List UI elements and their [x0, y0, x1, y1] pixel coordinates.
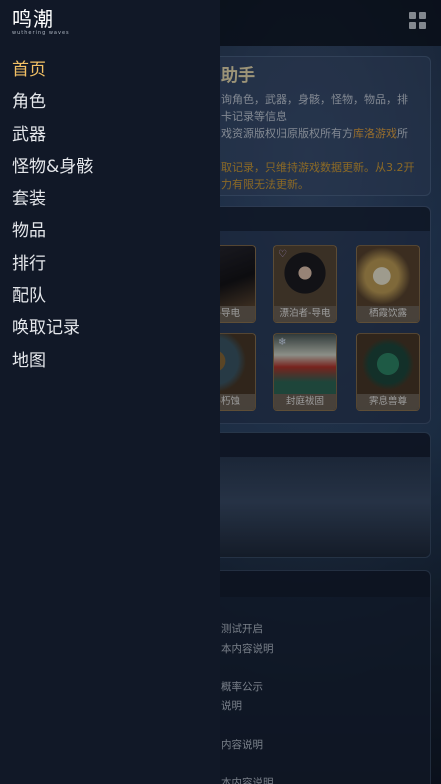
menu-item-monsters-echoes[interactable]: 怪物&身骸: [0, 151, 220, 183]
menu-item-home[interactable]: 首页: [0, 54, 220, 86]
menu-item-team-builder[interactable]: 配队: [0, 280, 220, 312]
logo-text: 鸣潮: [12, 7, 54, 31]
menu-item-characters[interactable]: 角色: [0, 86, 220, 118]
app-logo[interactable]: 鸣潮 wuthering waves: [12, 8, 72, 38]
drawer-menu: 首页 角色 武器 怪物&身骸 套装 物品 排行 配队 唤取记录 地图: [0, 54, 220, 377]
menu-item-sets[interactable]: 套装: [0, 183, 220, 215]
menu-item-rankings[interactable]: 排行: [0, 248, 220, 280]
menu-item-items[interactable]: 物品: [0, 215, 220, 247]
menu-item-gacha-records[interactable]: 唤取记录: [0, 312, 220, 344]
menu-item-weapons[interactable]: 武器: [0, 119, 220, 151]
logo-subtitle: wuthering waves: [12, 30, 70, 36]
navigation-drawer: 鸣潮 wuthering waves 首页 角色 武器 怪物&身骸 套装 物品 …: [0, 0, 220, 784]
menu-item-map[interactable]: 地图: [0, 345, 220, 377]
